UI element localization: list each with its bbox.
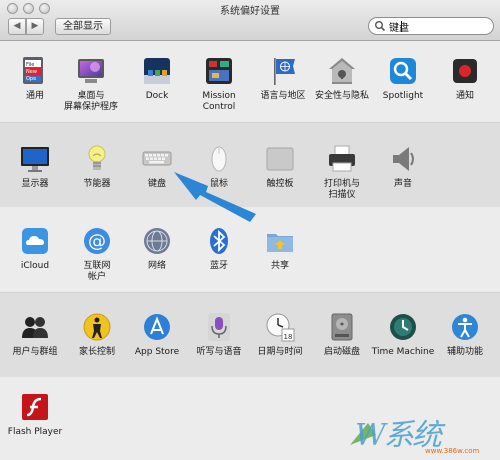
pane-label: Dock [145, 91, 169, 101]
pane-label: 桌面与 屏幕保护程序 [63, 91, 118, 112]
pane-label: 键盘 [147, 179, 166, 189]
pane-notifications[interactable]: 通知 [430, 55, 500, 102]
desktop-screensaver-icon [75, 55, 107, 87]
network-icon [141, 225, 173, 257]
pane-network[interactable]: 网络 [122, 225, 192, 272]
back-button[interactable]: ◀ [8, 18, 26, 35]
section-personal: File New Ope 通用 桌面与 屏幕保护程序 Dock Mission Co… [0, 41, 500, 122]
dictation-speech-icon [203, 311, 235, 343]
pane-desktop-screensaver[interactable]: 桌面与 屏幕保护程序 [56, 55, 126, 113]
watermark-url: www.386w.com [425, 447, 480, 455]
sharing-icon [264, 225, 296, 257]
printers-scanners-icon [326, 143, 358, 175]
pane-security-privacy[interactable]: 安全性与隐私 [307, 55, 377, 102]
security-privacy-icon [326, 55, 358, 87]
general-icon: File New Ope [19, 55, 51, 87]
parental-controls-icon [81, 311, 113, 343]
pane-label: 鼠标 [209, 179, 228, 189]
svg-text:File: File [26, 62, 34, 68]
pane-label: Mission Control [202, 91, 236, 112]
search-icon [375, 21, 386, 32]
search-field[interactable]: 键盘 [368, 17, 494, 35]
pane-label: 显示器 [21, 179, 49, 189]
flash-player-icon [19, 391, 51, 423]
mouse-icon [203, 143, 235, 175]
users-groups-icon [19, 311, 51, 343]
pane-users-groups[interactable]: 用户与群组 [0, 311, 70, 358]
pane-sharing[interactable]: 共享 [245, 225, 315, 272]
pane-label: iCloud [20, 261, 50, 271]
text-cursor [401, 21, 402, 32]
svg-text:New: New [26, 69, 37, 75]
show-all-button[interactable]: 全部显示 [55, 18, 111, 35]
pane-icloud[interactable]: iCloud [0, 225, 70, 272]
pane-label: Flash Player [7, 427, 63, 437]
pane-time-machine[interactable]: Time Machine [368, 311, 438, 358]
date-time-icon: 18 [264, 311, 296, 343]
energy-saver-icon [81, 143, 113, 175]
pane-mouse[interactable]: 鼠标 [184, 143, 254, 190]
pane-label: 用户与群组 [12, 347, 58, 357]
notifications-icon [449, 55, 481, 87]
pane-flash-player[interactable]: Flash Player [0, 391, 70, 438]
window-title: 系统偏好设置 [220, 6, 280, 17]
pane-label: 打印机与 扫描仪 [323, 179, 360, 200]
trackpad-icon [264, 143, 296, 175]
mission-control-icon [203, 55, 235, 87]
svg-text:@: @ [88, 231, 106, 252]
pane-label: 辅助功能 [446, 347, 483, 357]
internet-accounts-icon: @ [81, 225, 113, 257]
pane-label: 声音 [393, 179, 412, 189]
app-store-icon [141, 311, 173, 343]
pane-label: 触控板 [266, 179, 294, 189]
accessibility-icon [449, 311, 481, 343]
pane-label: 听写与语音 [196, 347, 242, 357]
section-system: 用户与群组 家长控制 App Store 听写与语音 18 日期与时间 启动磁盘… [0, 292, 500, 378]
pane-startup-disk[interactable]: 启动磁盘 [307, 311, 377, 358]
pane-trackpad[interactable]: 触控板 [245, 143, 315, 190]
icloud-icon [19, 225, 51, 257]
pane-date-time[interactable]: 18 日期与时间 [245, 311, 315, 358]
spotlight-icon [387, 55, 419, 87]
pane-mission-control[interactable]: Mission Control [184, 55, 254, 113]
pane-sound[interactable]: 声音 [368, 143, 438, 190]
pane-dictation-speech[interactable]: 听写与语音 [184, 311, 254, 358]
pane-label: 共享 [270, 261, 289, 271]
search-input[interactable]: 键盘 [389, 19, 409, 34]
startup-disk-icon [326, 311, 358, 343]
svg-text:Ope: Ope [26, 76, 36, 82]
section-internet-wireless: iCloud @ 互联网 帐户 网络 蓝牙 共享 [0, 207, 500, 291]
pane-label: 安全性与隐私 [314, 91, 369, 101]
svg-text:18: 18 [284, 333, 293, 341]
pane-label: 网络 [147, 261, 166, 271]
pane-displays[interactable]: 显示器 [0, 143, 70, 190]
pane-label: 启动磁盘 [323, 347, 360, 357]
toolbar: 系统偏好设置 ◀ ▶ 全部显示 键盘 [0, 0, 500, 41]
pane-label: 日期与时间 [257, 347, 303, 357]
pane-keyboard[interactable]: 键盘 [122, 143, 192, 190]
keyboard-icon [141, 143, 173, 175]
pane-label: Time Machine [371, 347, 435, 357]
pane-dock[interactable]: Dock [122, 55, 192, 102]
time-machine-icon [387, 311, 419, 343]
pane-label: 蓝牙 [209, 261, 228, 271]
pane-accessibility[interactable]: 辅助功能 [430, 311, 500, 358]
pane-label: 通知 [455, 91, 474, 101]
pane-app-store[interactable]: App Store [122, 311, 192, 358]
sound-icon [387, 143, 419, 175]
system-preferences-window: 系统偏好设置 ◀ ▶ 全部显示 键盘 File New Ope 通用 桌面与 屏幕保… [0, 0, 500, 460]
bluetooth-icon [203, 225, 235, 257]
language-region-icon [267, 55, 299, 87]
section-hardware: 显示器 节能器 键盘 鼠标 触控板 打印机与 扫描仪 声音 [0, 122, 500, 208]
forward-button[interactable]: ▶ [26, 18, 44, 35]
dock-icon [141, 55, 173, 87]
pane-spotlight[interactable]: Spotlight [368, 55, 438, 102]
pane-label: Spotlight [382, 91, 424, 101]
pane-printers-scanners[interactable]: 打印机与 扫描仪 [307, 143, 377, 201]
pane-label: App Store [134, 347, 180, 357]
displays-icon [19, 143, 51, 175]
pane-bluetooth[interactable]: 蓝牙 [184, 225, 254, 272]
